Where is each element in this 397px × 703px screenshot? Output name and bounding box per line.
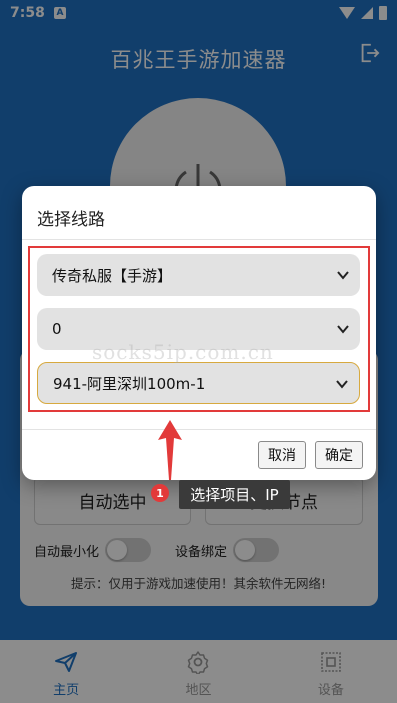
dialog-divider (22, 239, 376, 240)
dialog-title: 选择线路 (37, 210, 105, 230)
highlight-box (28, 246, 370, 412)
step-badge: 1 (151, 484, 169, 502)
annotation-tooltip: 选择项目、IP (179, 480, 290, 509)
cancel-button[interactable]: 取消 (258, 441, 306, 469)
ok-button[interactable]: 确定 (315, 441, 363, 469)
arrow-up-icon (158, 420, 182, 480)
dialog-divider (22, 429, 376, 430)
